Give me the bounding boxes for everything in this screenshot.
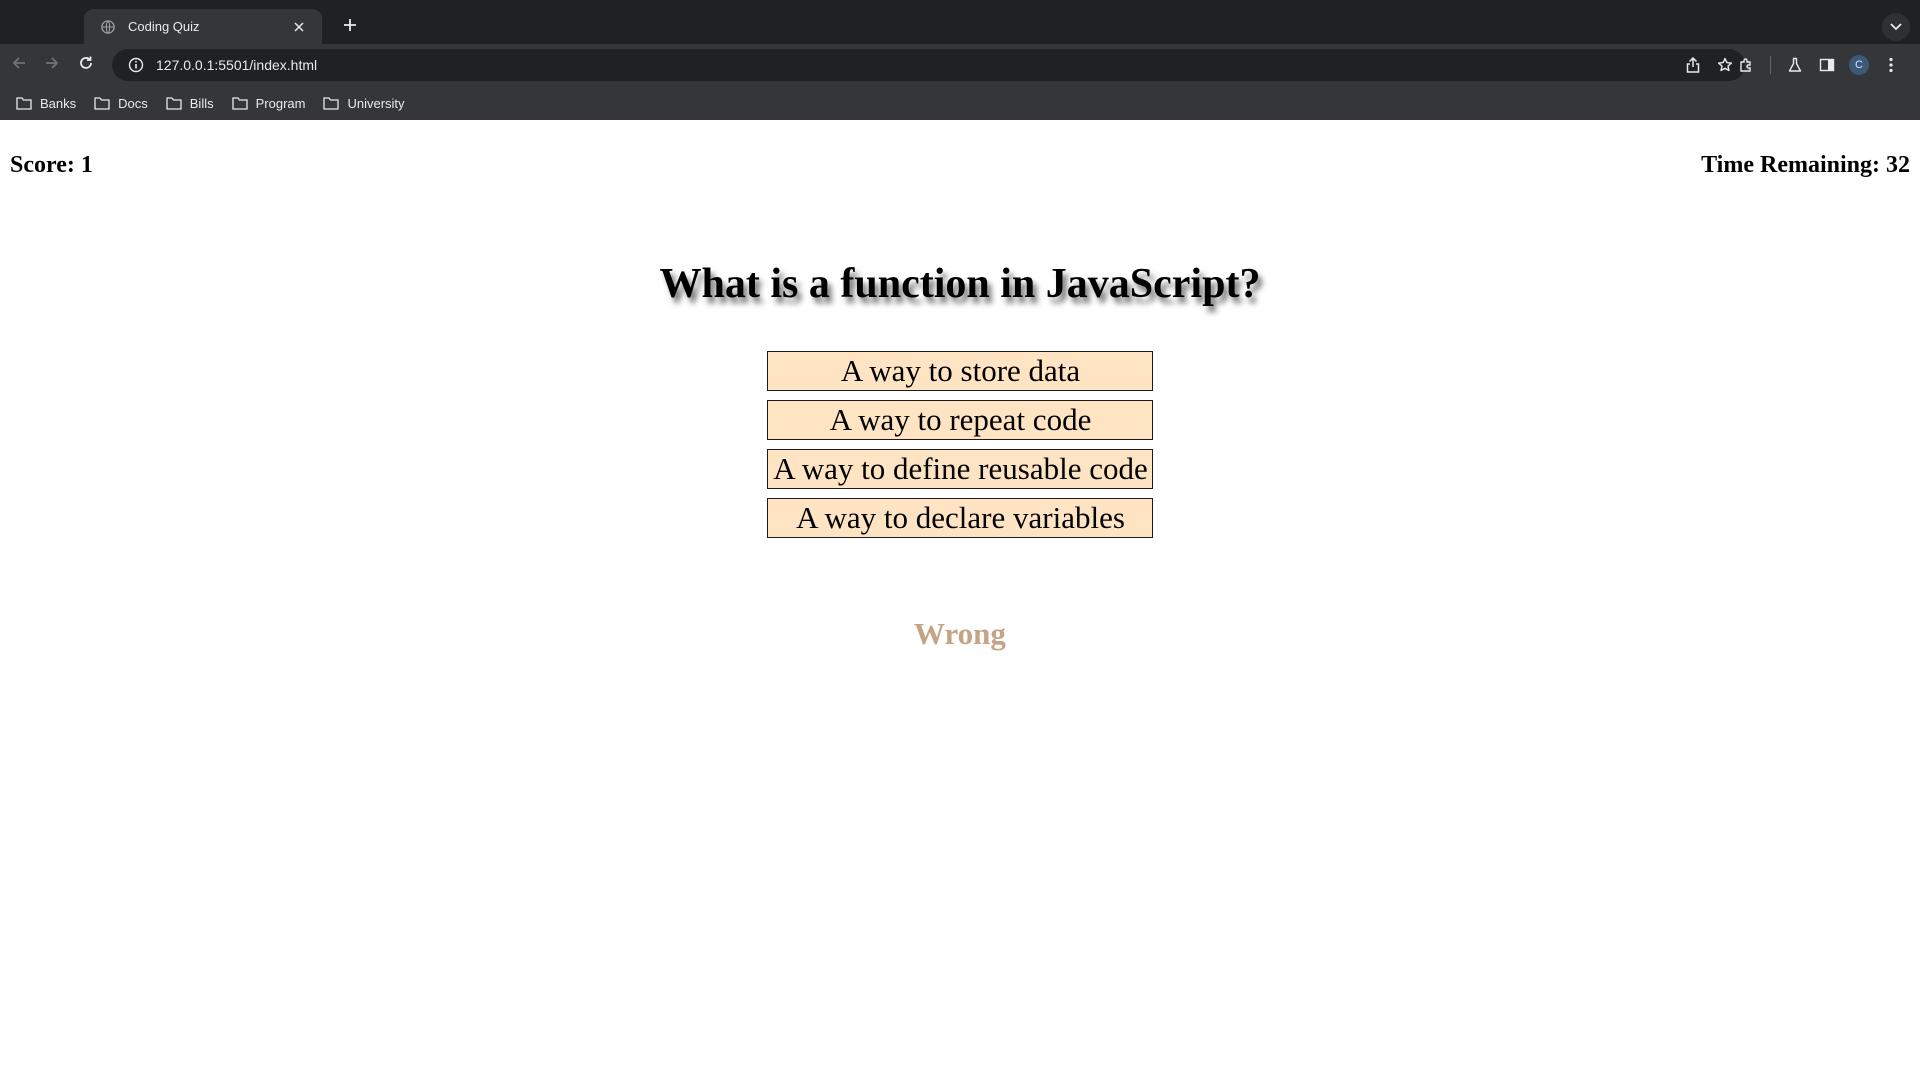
bookmark-folder-bills[interactable]: Bills: [160, 89, 220, 117]
answer-list: A way to store data A way to repeat code…: [767, 351, 1153, 547]
folder-icon: [166, 97, 182, 110]
bookmark-label: Bills: [189, 95, 214, 111]
toolbar-divider: [1770, 56, 1771, 74]
site-info-icon[interactable]: [118, 49, 154, 81]
time-remaining: Time Remaining: 32: [1701, 152, 1910, 178]
globe-icon: [100, 19, 116, 35]
quiz-page: Score: 1 Time Remaining: 32 What is a fu…: [0, 120, 1920, 1080]
answer-feedback: Wrong: [914, 616, 1006, 651]
side-panel-icon[interactable]: [1811, 49, 1843, 81]
chevron-down-icon: [1890, 18, 1902, 36]
answer-button[interactable]: A way to define reusable code: [767, 449, 1153, 489]
bookmark-folder-banks[interactable]: Banks: [10, 89, 82, 117]
bookmark-label: Program: [255, 95, 306, 111]
score-display: Score: 1: [10, 152, 93, 178]
share-icon[interactable]: [1679, 51, 1707, 79]
new-tab-button[interactable]: [336, 13, 364, 41]
bookmark-label: Banks: [40, 95, 77, 111]
folder-icon: [16, 97, 32, 110]
forward-button[interactable]: [37, 50, 67, 80]
bookmarks-bar: Banks Docs Bills Program University: [0, 86, 1920, 120]
question-heading: What is a function in JavaScript?: [659, 261, 1261, 307]
tab-search-button[interactable]: [1882, 13, 1910, 41]
menu-kebab-icon[interactable]: [1875, 49, 1907, 81]
answer-button[interactable]: A way to declare variables: [767, 498, 1153, 538]
answer-button[interactable]: A way to repeat code: [767, 400, 1153, 440]
bookmark-folder-docs[interactable]: Docs: [88, 89, 154, 117]
folder-icon: [94, 97, 110, 110]
labs-flask-icon[interactable]: [1779, 49, 1811, 81]
browser-toolbar: 127.0.0.1:5501/index.html C: [0, 44, 1920, 86]
back-button[interactable]: [4, 50, 34, 80]
tab-strip: Coding Quiz: [0, 0, 1920, 44]
folder-icon: [323, 97, 340, 110]
reload-button[interactable]: [71, 50, 101, 80]
browser-tab[interactable]: Coding Quiz: [84, 9, 322, 44]
bookmark-label: University: [347, 95, 405, 111]
profile-button[interactable]: C: [1843, 49, 1875, 81]
arrow-left-icon: [11, 55, 27, 76]
tab-title: Coding Quiz: [128, 19, 200, 34]
toolbar-actions: C: [1730, 44, 1907, 86]
reload-icon: [78, 55, 94, 76]
bookmark-folder-program[interactable]: Program: [226, 89, 312, 117]
close-icon[interactable]: [290, 18, 308, 36]
answer-button[interactable]: A way to store data: [767, 351, 1153, 391]
extensions-icon[interactable]: [1730, 49, 1762, 81]
bookmark-label: Docs: [118, 95, 148, 111]
avatar: C: [1849, 55, 1869, 75]
arrow-right-icon: [44, 55, 60, 76]
url-text: 127.0.0.1:5501/index.html: [156, 57, 318, 73]
bookmark-folder-university[interactable]: University: [317, 89, 410, 117]
folder-icon: [231, 97, 248, 110]
plus-icon: [343, 18, 357, 37]
address-bar[interactable]: 127.0.0.1:5501/index.html: [112, 49, 1745, 81]
